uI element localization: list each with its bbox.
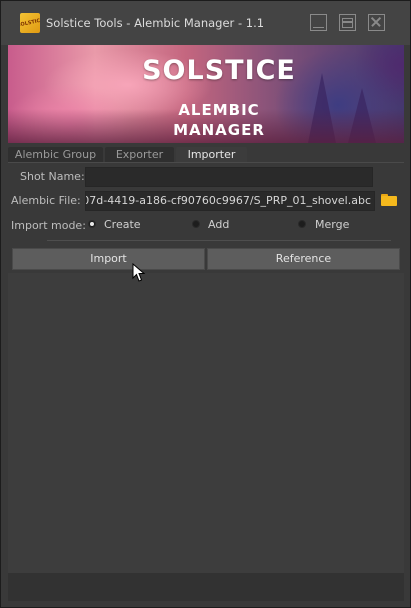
logo-text: SOLSTICE	[20, 16, 40, 29]
reference-button[interactable]: Reference	[207, 248, 400, 270]
folder-icon[interactable]	[381, 194, 397, 206]
import-mode-merge-radio[interactable]	[298, 220, 306, 228]
close-icon[interactable]	[368, 14, 385, 31]
import-button[interactable]: Import	[12, 248, 205, 270]
banner-subtitle-1: ALEMBIC	[178, 101, 260, 119]
form-separator	[47, 240, 391, 241]
mouse-cursor-icon	[132, 263, 146, 282]
status-bar	[8, 573, 404, 601]
import-mode-merge-label[interactable]: Merge	[315, 218, 349, 231]
solstice-logo-icon: SOLSTICE	[20, 13, 40, 33]
importer-content-area	[8, 273, 404, 573]
import-mode-label: Import mode:	[11, 219, 86, 232]
alembic-manager-window: SOLSTICE Solstice Tools - Alembic Manage…	[0, 0, 411, 608]
tab-bar: Alembic Group Exporter Importer	[8, 147, 404, 163]
shot-name-input[interactable]	[85, 167, 373, 187]
header-banner: SOLSTICE ALEMBIC MANAGER	[8, 45, 404, 143]
tab-exporter[interactable]: Exporter	[105, 147, 174, 163]
import-mode-create-radio[interactable]	[88, 220, 96, 228]
maximize-icon[interactable]	[339, 14, 356, 31]
banner-subtitle-2: MANAGER	[173, 121, 265, 139]
alembic-file-label: Alembic File:	[11, 194, 81, 207]
banner-brand: SOLSTICE	[142, 55, 296, 86]
tab-alembic-group[interactable]: Alembic Group	[8, 147, 103, 163]
minimize-icon[interactable]	[310, 14, 327, 31]
import-mode-add-label[interactable]: Add	[208, 218, 229, 231]
import-mode-add-radio[interactable]	[192, 220, 200, 228]
alembic-file-input[interactable]: 6c8-407d-4419-a186-cf90760c9967/S_PRP_01…	[85, 191, 375, 211]
tab-divider	[8, 162, 404, 163]
alembic-file-value: 6c8-407d-4419-a186-cf90760c9967/S_PRP_01…	[86, 194, 371, 207]
tab-importer[interactable]: Importer	[176, 147, 247, 163]
shot-name-label: Shot Name:	[20, 170, 85, 183]
window-title: Solstice Tools - Alembic Manager - 1.1	[46, 16, 265, 30]
title-bar[interactable]: SOLSTICE Solstice Tools - Alembic Manage…	[1, 1, 410, 45]
import-mode-create-label[interactable]: Create	[104, 218, 141, 231]
